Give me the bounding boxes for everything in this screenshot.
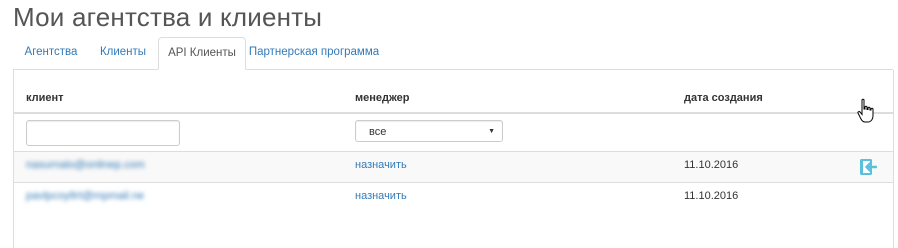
header-divider bbox=[14, 112, 893, 114]
client-email[interactable]: nasurnalo@onlinep.com bbox=[26, 159, 145, 171]
column-header-client: клиент bbox=[26, 92, 64, 104]
tab-clients[interactable]: Клиенты bbox=[89, 37, 157, 68]
chevron-down-icon: ▼ bbox=[488, 128, 495, 135]
assign-manager-link[interactable]: назначить bbox=[355, 190, 407, 202]
manager-filter-select[interactable]: все ▼ bbox=[355, 120, 503, 142]
table-row bbox=[14, 152, 893, 182]
row-divider bbox=[14, 182, 893, 183]
created-date: 11.10.2016 bbox=[684, 190, 739, 202]
client-email[interactable]: pavlpcoy8rt@mpmail.ne bbox=[26, 190, 144, 202]
tab-partner-program[interactable]: Партнерская программа bbox=[246, 37, 382, 68]
column-header-manager: менеджер bbox=[355, 92, 410, 104]
tabs-nav: Агентства Клиенты API Клиенты Партнерска… bbox=[13, 37, 893, 70]
column-header-created: дата создания bbox=[684, 92, 763, 104]
page-title: Мои агентства и клиенты bbox=[13, 2, 323, 32]
login-arrow-icon[interactable] bbox=[859, 158, 877, 176]
hand-pointer-icon bbox=[857, 98, 874, 123]
assign-manager-link[interactable]: назначить bbox=[355, 159, 407, 171]
created-date: 11.10.2016 bbox=[684, 159, 739, 171]
api-clients-panel: клиент менеджер дата создания все ▼ nasu… bbox=[13, 70, 894, 248]
tab-agencies[interactable]: Агентства bbox=[13, 37, 89, 68]
tab-api-clients[interactable]: API Клиенты bbox=[158, 37, 246, 70]
client-filter-input[interactable] bbox=[26, 120, 180, 146]
manager-filter-value: все bbox=[369, 126, 387, 138]
